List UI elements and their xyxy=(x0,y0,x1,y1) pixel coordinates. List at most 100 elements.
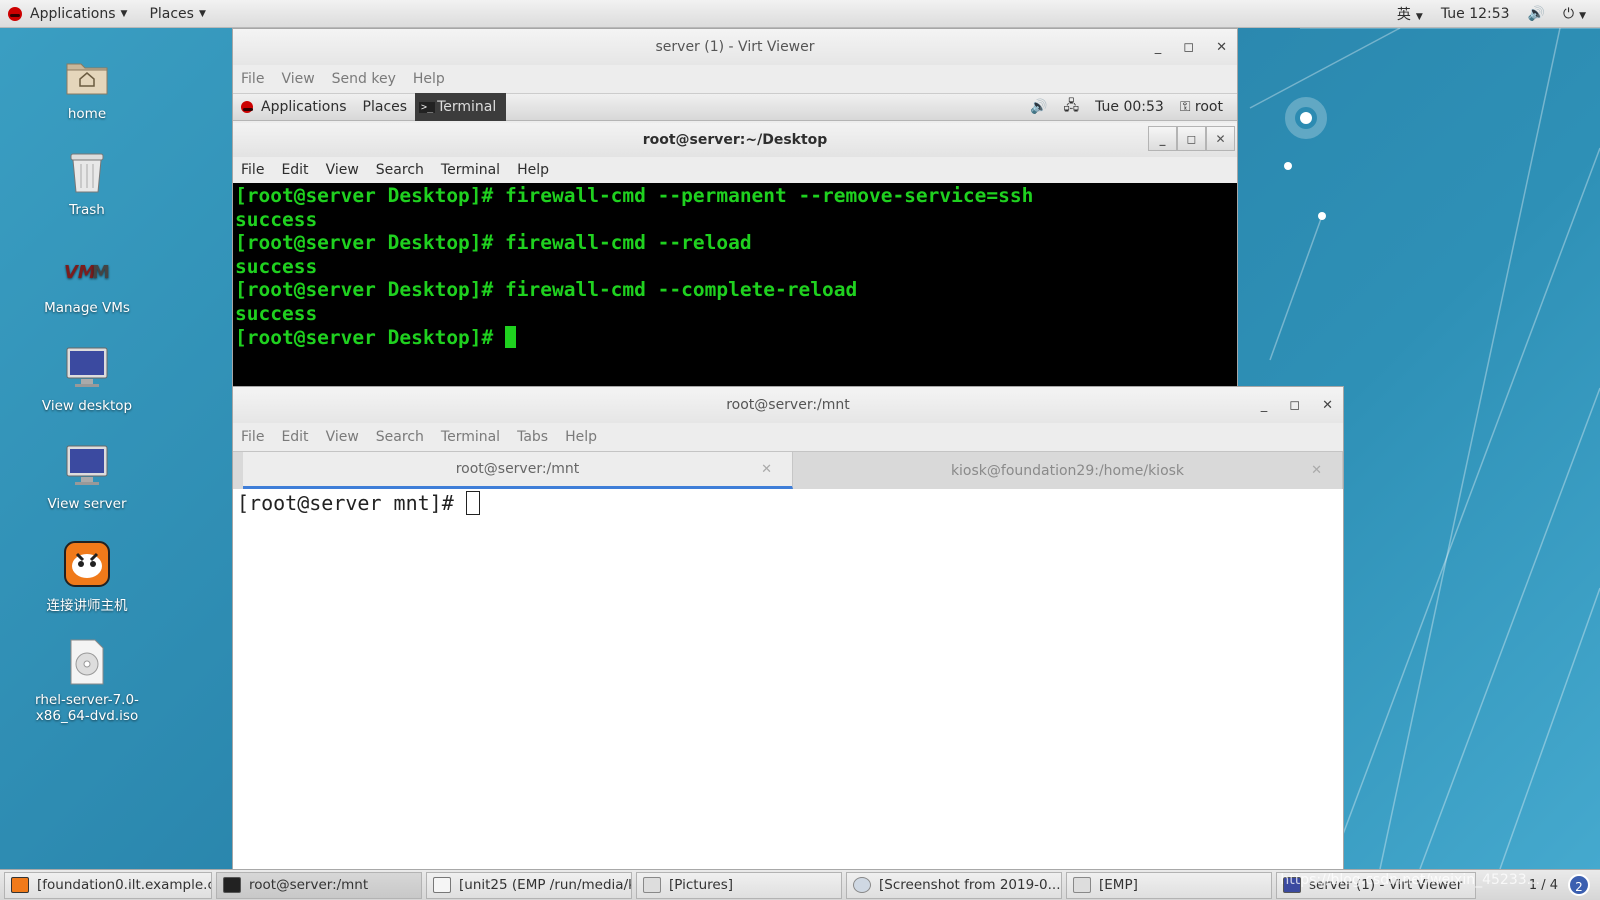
desktop-icon-manage-vms[interactable]: VM M Manage VMs xyxy=(22,246,152,316)
tab-root-mnt[interactable]: root@server:/mnt ✕ xyxy=(243,452,793,489)
tiger-icon xyxy=(63,540,111,588)
maximize-icon[interactable]: ◻ xyxy=(1183,40,1194,55)
notification-badge[interactable]: 2 xyxy=(1568,874,1590,896)
input-method-indicator[interactable]: 英 ▼ xyxy=(1397,4,1423,24)
host-terminal-titlebar[interactable]: root@server:/mnt _ ◻ ✕ xyxy=(233,387,1343,423)
close-icon[interactable]: ✕ xyxy=(1322,398,1333,413)
host-terminal-menubar: File Edit View Search Terminal Tabs Help xyxy=(233,423,1343,451)
terminal-line: success xyxy=(235,301,318,325)
menu-search[interactable]: Search xyxy=(376,429,424,445)
guest-clock[interactable]: Tue 00:53 xyxy=(1095,99,1164,115)
trash-icon xyxy=(63,148,111,196)
close-icon[interactable]: ✕ xyxy=(1216,40,1227,55)
volume-icon[interactable]: 🔊 xyxy=(1528,6,1545,22)
desktop-icon-label: Manage VMs xyxy=(44,300,130,316)
terminal-tabs: root@server:/mnt ✕ kiosk@foundation29:/h… xyxy=(233,451,1343,489)
watermark: https://blog.csdn.net/weixin_45233... xyxy=(1280,872,1540,888)
monitor-icon xyxy=(63,442,111,490)
places-menu-label: Places xyxy=(149,5,194,22)
task-label: [foundation0.ilt.example.c... xyxy=(37,877,212,893)
menu-edit[interactable]: Edit xyxy=(281,162,308,178)
minimize-icon[interactable]: _ xyxy=(1261,398,1268,413)
close-icon[interactable]: ✕ xyxy=(761,462,772,477)
minimize-icon[interactable]: _ xyxy=(1155,40,1162,55)
close-icon[interactable]: ✕ xyxy=(1311,463,1322,478)
menu-send-key[interactable]: Send key xyxy=(332,71,396,87)
menu-edit[interactable]: Edit xyxy=(281,429,308,445)
terminal-cursor xyxy=(465,491,480,515)
desktop-icon-view-desktop[interactable]: View desktop xyxy=(22,344,152,414)
task-label: root@server:/mnt xyxy=(249,877,369,893)
redhat-logo-icon xyxy=(241,101,253,113)
terminal-cursor xyxy=(505,325,517,348)
desktop-icon-connect-instructor[interactable]: 连接讲师主机 xyxy=(22,540,152,614)
image-viewer-icon xyxy=(853,877,871,893)
chevron-down-icon: ▼ xyxy=(1415,11,1423,22)
desktop-icon-home[interactable]: home xyxy=(22,52,152,122)
menu-help[interactable]: Help xyxy=(517,162,549,178)
virt-viewer-titlebar[interactable]: server (1) - Virt Viewer _ ◻ ✕ xyxy=(233,29,1237,65)
guest-terminal-titlebar[interactable]: root@server:~/Desktop _ ◻ ✕ xyxy=(233,123,1237,157)
host-terminal-output[interactable]: [root@server mnt]# xyxy=(233,489,1343,869)
guest-terminal-taskbutton[interactable]: >_ Terminal xyxy=(415,93,507,121)
guest-top-panel: Applications Places >_ Terminal 🔊 🖧 Tue … xyxy=(233,93,1237,121)
menu-tabs[interactable]: Tabs xyxy=(517,429,548,445)
menu-file[interactable]: File xyxy=(241,162,264,178)
menu-help[interactable]: Help xyxy=(565,429,597,445)
file-manager-icon xyxy=(1073,877,1091,893)
menu-view[interactable]: View xyxy=(326,162,359,178)
guest-user-label: root xyxy=(1194,99,1223,115)
user-icon: ⚿ xyxy=(1179,99,1195,115)
menu-file[interactable]: File xyxy=(241,429,264,445)
desktop-icon-trash[interactable]: Trash xyxy=(22,148,152,218)
power-menu[interactable]: ⏻ ▼ xyxy=(1563,6,1586,22)
clock[interactable]: Tue 12:53 xyxy=(1441,6,1510,22)
maximize-icon[interactable]: ◻ xyxy=(1177,126,1206,151)
close-icon[interactable]: ✕ xyxy=(1206,126,1235,151)
menu-view[interactable]: View xyxy=(326,429,359,445)
disc-image-icon xyxy=(63,638,111,686)
display-icon[interactable]: 🖧 xyxy=(1063,95,1079,119)
desktop-icon-view-server[interactable]: View server xyxy=(22,442,152,512)
guest-terminal-label: Terminal xyxy=(437,99,497,115)
menu-terminal[interactable]: Terminal xyxy=(441,162,500,178)
applications-menu[interactable]: Applications ▼ xyxy=(0,0,135,28)
guest-terminal-output[interactable]: [root@server Desktop]# firewall-cmd --pe… xyxy=(233,183,1237,393)
tab-label: root@server:/mnt xyxy=(455,461,580,477)
task-unit25[interactable]: [unit25 (EMP /run/media/k... xyxy=(426,871,632,899)
terminal-line: [root@server Desktop]# firewall-cmd --pe… xyxy=(235,184,1034,207)
task-emp[interactable]: [EMP] xyxy=(1066,871,1272,899)
host-terminal-window: root@server:/mnt _ ◻ ✕ File Edit View Se… xyxy=(232,386,1344,870)
guest-places-menu[interactable]: Places xyxy=(363,99,408,115)
power-icon: ⏻ xyxy=(1563,5,1575,22)
terminal-icon xyxy=(223,877,241,893)
maximize-icon[interactable]: ◻ xyxy=(1289,398,1300,413)
text-editor-icon xyxy=(433,877,451,893)
tab-kiosk-home[interactable]: kiosk@foundation29:/home/kiosk ✕ xyxy=(793,452,1343,489)
menu-view[interactable]: View xyxy=(281,71,314,87)
places-menu[interactable]: Places ▼ xyxy=(141,0,213,28)
monitor-icon xyxy=(63,344,111,392)
volume-icon[interactable]: 🔊 xyxy=(1030,99,1047,115)
vmm-icon: VM M xyxy=(63,246,111,294)
task-label: [Screenshot from 2019-0... xyxy=(879,877,1061,893)
task-foundation0[interactable]: [foundation0.ilt.example.c... xyxy=(4,871,212,899)
task-screenshot[interactable]: [Screenshot from 2019-0... xyxy=(846,871,1062,899)
terminal-line: [root@server Desktop]# firewall-cmd --re… xyxy=(235,231,752,255)
chevron-down-icon: ▼ xyxy=(120,8,128,19)
menu-terminal[interactable]: Terminal xyxy=(441,429,500,445)
guest-user-menu[interactable]: ⚿ root xyxy=(1180,99,1223,115)
window-title: root@server:/mnt xyxy=(726,397,850,413)
task-root-mnt[interactable]: root@server:/mnt xyxy=(216,871,422,899)
menu-help[interactable]: Help xyxy=(413,71,445,87)
minimize-icon[interactable]: _ xyxy=(1148,126,1177,151)
task-pictures[interactable]: [Pictures] xyxy=(636,871,842,899)
menu-search[interactable]: Search xyxy=(376,162,424,178)
chevron-down-icon: ▼ xyxy=(1579,10,1586,21)
menu-file[interactable]: File xyxy=(241,71,264,87)
desktop-icon-rhel-iso[interactable]: rhel-server-7.0- x86_64-dvd.iso xyxy=(22,638,152,724)
desktop-icon-label: View desktop xyxy=(41,398,133,414)
guest-applications-menu[interactable]: Applications xyxy=(233,99,347,115)
guest-terminal-window: root@server:~/Desktop _ ◻ ✕ File Edit Vi… xyxy=(233,123,1237,393)
home-folder-icon xyxy=(63,52,111,100)
